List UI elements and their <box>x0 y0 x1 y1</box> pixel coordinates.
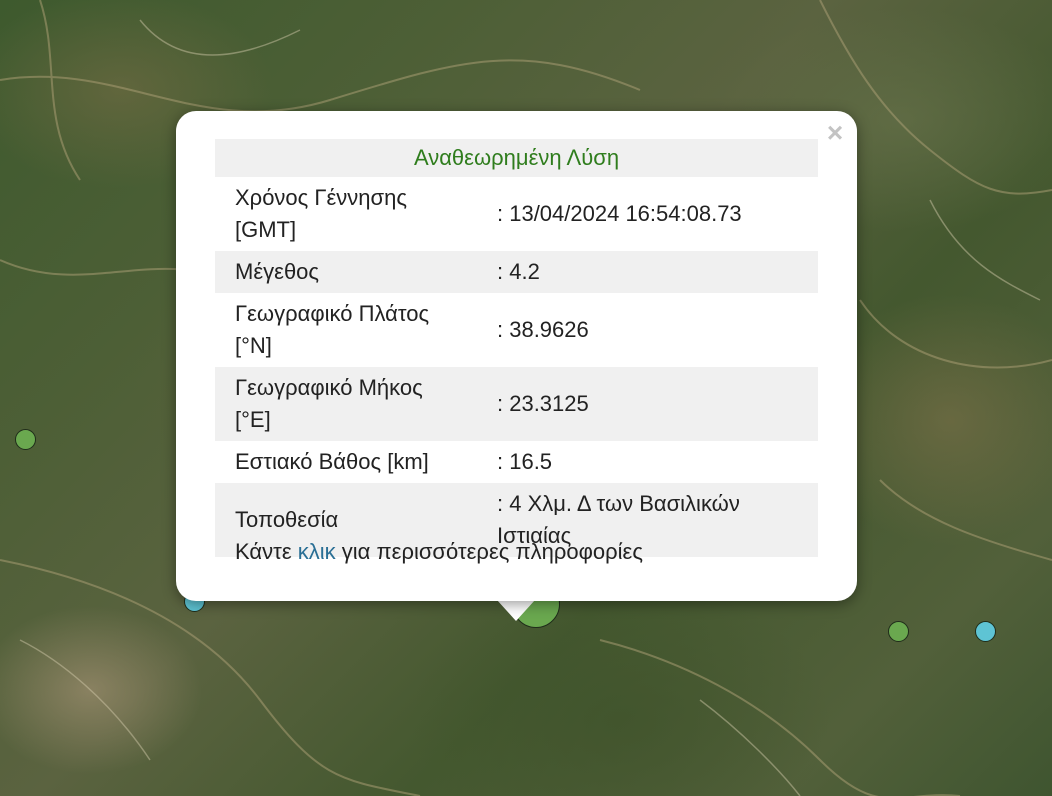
earthquake-marker[interactable] <box>975 621 996 642</box>
magnitude-label: Μέγεθος <box>215 251 477 293</box>
more-info-link[interactable]: κλικ <box>298 539 336 564</box>
more-info-prefix: Κάντε <box>235 539 298 564</box>
popup-pointer <box>497 600 535 621</box>
earthquake-marker[interactable] <box>888 621 909 642</box>
table-row: Εστιακό Βάθος [km] : 16.5 <box>215 441 818 483</box>
table-row: Γεωγραφικό Μήκος [°E] : 23.3125 <box>215 367 818 441</box>
table-title-row: Αναθεωρημένη Λύση <box>215 139 818 177</box>
more-info-suffix: για περισσότερες πληροφορίες <box>335 539 643 564</box>
table-row: Χρόνος Γέννησης [GMT] : 13/04/2024 16:54… <box>215 177 818 251</box>
earthquake-marker[interactable] <box>15 429 36 450</box>
magnitude-value: : 4.2 <box>477 251 818 293</box>
popup-title: Αναθεωρημένη Λύση <box>215 139 818 177</box>
depth-label: Εστιακό Βάθος [km] <box>235 449 429 474</box>
earthquake-info-popup: × Αναθεωρημένη Λύση Χρόνος Γέννησης [GMT… <box>176 111 857 601</box>
depth-value: : 16.5 <box>497 449 553 474</box>
latitude-label: Γεωγραφικό Πλάτος [°N] <box>235 301 430 358</box>
table-row: Μέγεθος : 4.2 <box>215 251 818 293</box>
earthquake-info-table: Αναθεωρημένη Λύση Χρόνος Γέννησης [GMT] … <box>215 139 818 557</box>
more-info-text: Κάντε κλικ για περισσότερες πληροφορίες <box>235 539 643 565</box>
table-row: Γεωγραφικό Πλάτος [°N] : 38.9626 <box>215 293 818 367</box>
latitude-value: : 38.9626 <box>497 317 589 342</box>
longitude-value: : 23.3125 <box>477 367 818 441</box>
longitude-label: Γεωγραφικό Μήκος [°E] <box>215 367 477 441</box>
origin-time-value: : 13/04/2024 16:54:08.73 <box>497 201 742 226</box>
origin-time-label: Χρόνος Γέννησης [GMT] <box>235 185 407 242</box>
close-icon[interactable]: × <box>823 119 847 147</box>
